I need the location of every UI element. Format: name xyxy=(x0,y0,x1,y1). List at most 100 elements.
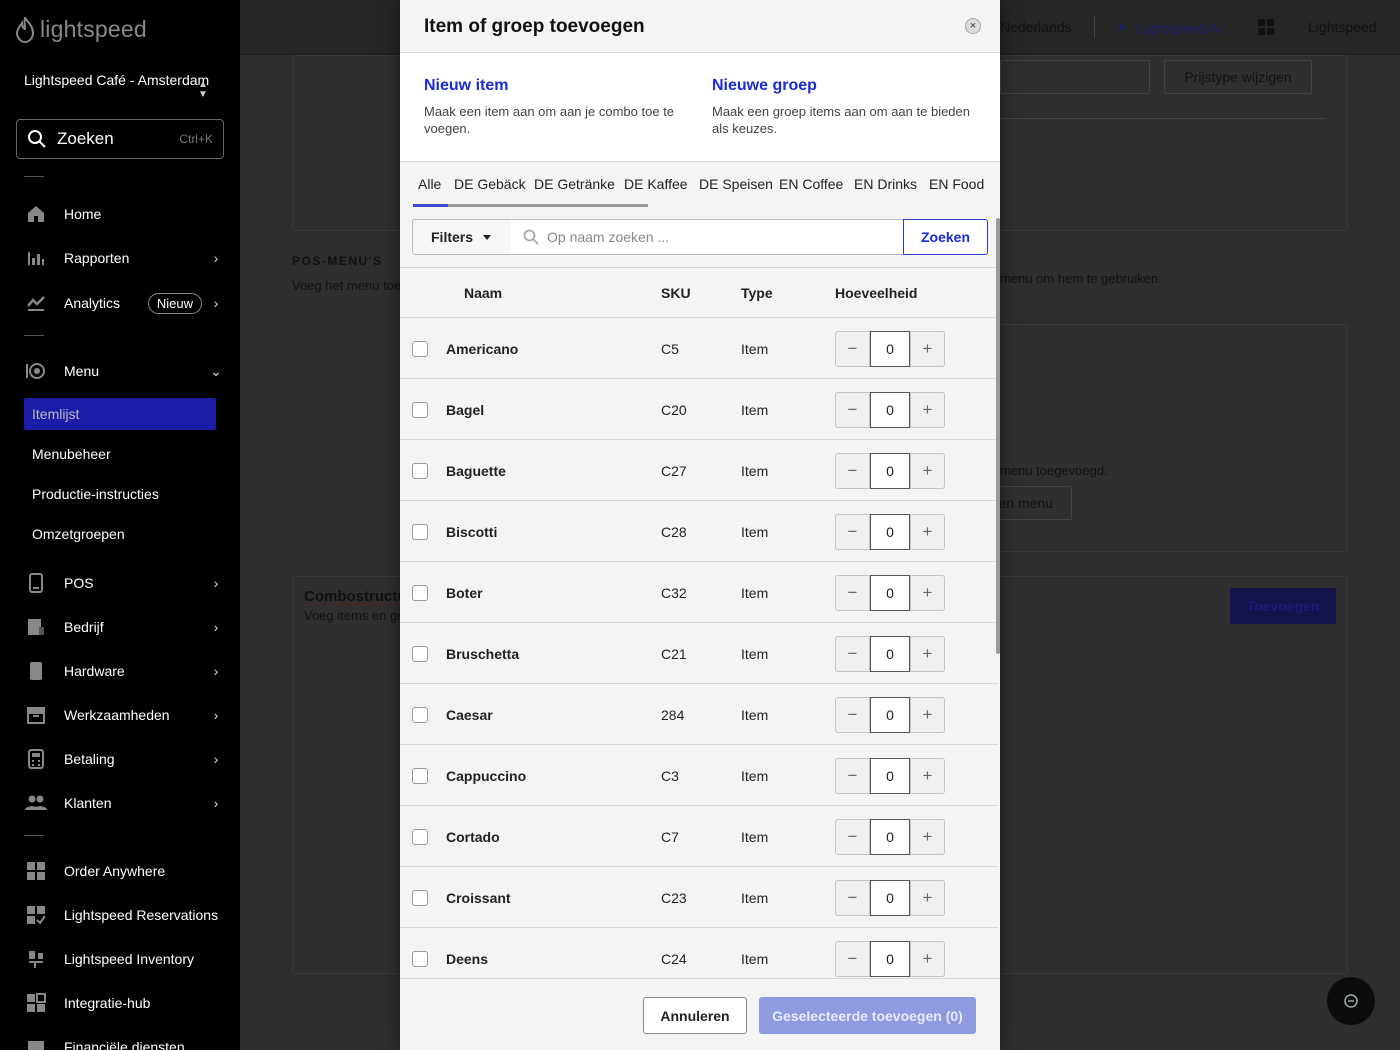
increment-button[interactable]: + xyxy=(910,453,945,489)
language-selector[interactable]: Nederlands xyxy=(1000,19,1072,35)
new-item-link[interactable]: Nieuw item xyxy=(424,77,694,95)
increment-button[interactable]: + xyxy=(910,758,945,794)
row-checkbox[interactable] xyxy=(412,341,428,357)
search-input[interactable] xyxy=(547,229,887,245)
sidebar-subitem-omzetgroepen[interactable]: Omzetgroepen xyxy=(24,518,216,550)
decrement-button[interactable]: − xyxy=(835,941,870,977)
row-checkbox[interactable] xyxy=(412,585,428,601)
add-selected-button[interactable]: Geselecteerde toevoegen (0) xyxy=(759,997,976,1034)
new-item-option[interactable]: Nieuw item Maak een item aan om aan je c… xyxy=(424,77,694,137)
tab-en-food[interactable]: EN Food xyxy=(929,176,984,192)
decrement-button[interactable]: − xyxy=(835,453,870,489)
decrement-button[interactable]: − xyxy=(835,758,870,794)
row-checkbox[interactable] xyxy=(412,829,428,845)
decrement-button[interactable]: − xyxy=(835,392,870,428)
increment-button[interactable]: + xyxy=(910,575,945,611)
row-checkbox[interactable] xyxy=(412,524,428,540)
quantity-value[interactable]: 0 xyxy=(870,392,910,428)
sidebar-subitem-menubeheer[interactable]: Menubeheer xyxy=(24,438,216,470)
chevron-right-icon: › xyxy=(213,575,219,591)
increment-button[interactable]: + xyxy=(910,331,945,367)
row-checkbox[interactable] xyxy=(412,768,428,784)
row-checkbox[interactable] xyxy=(412,707,428,723)
item-sku: 284 xyxy=(661,707,685,723)
row-checkbox[interactable] xyxy=(412,951,428,967)
sidebar-item-integratie-hub[interactable]: Integratie-hub xyxy=(24,990,224,1016)
item-name: Americano xyxy=(446,341,519,357)
quantity-value[interactable]: 0 xyxy=(870,453,910,489)
quantity-value[interactable]: 0 xyxy=(870,880,910,916)
tab-de-kaffee[interactable]: DE Kaffee xyxy=(624,176,688,192)
increment-button[interactable]: + xyxy=(910,880,945,916)
increment-button[interactable]: + xyxy=(910,514,945,550)
sidebar-item-rapporten[interactable]: Rapporten › xyxy=(24,245,224,271)
sidebar-item-reservations[interactable]: Lightspeed Reservations xyxy=(24,902,224,928)
decrement-button[interactable]: − xyxy=(835,636,870,672)
decrement-button[interactable]: − xyxy=(835,514,870,550)
sidebar-item-analytics[interactable]: Analytics Nieuw › xyxy=(24,290,224,316)
sidebar-item-werkzaamheden[interactable]: Werkzaamheden › xyxy=(24,702,224,728)
table-row: Biscotti C28 Item −0 + xyxy=(400,501,998,562)
tab-alle[interactable]: Alle xyxy=(418,176,441,192)
new-group-link[interactable]: Nieuwe groep xyxy=(712,77,982,95)
quantity-value[interactable]: 0 xyxy=(870,331,910,367)
brand-logo[interactable]: lightspeed xyxy=(16,16,147,43)
increment-button[interactable]: + xyxy=(910,697,945,733)
row-checkbox[interactable] xyxy=(412,463,428,479)
new-group-option[interactable]: Nieuwe groep Maak een groep items aan om… xyxy=(712,77,982,137)
decrement-button[interactable]: − xyxy=(835,880,870,916)
sidebar-item-home[interactable]: Home xyxy=(24,201,224,227)
increment-button[interactable]: + xyxy=(910,941,945,977)
search-field[interactable] xyxy=(511,219,904,255)
quantity-value[interactable]: 0 xyxy=(870,758,910,794)
increment-button[interactable]: + xyxy=(910,819,945,855)
quantity-value[interactable]: 0 xyxy=(870,697,910,733)
store-switcher[interactable]: Lightspeed Café - Amsterdam xyxy=(24,72,214,88)
sidebar-item-pos[interactable]: POS › xyxy=(24,570,224,596)
sidebar-item-financiele-diensten[interactable]: Financiële diensten xyxy=(24,1034,224,1050)
sidebar-item-inventory[interactable]: Lightspeed Inventory xyxy=(24,946,224,972)
row-checkbox[interactable] xyxy=(412,646,428,662)
quantity-value[interactable]: 0 xyxy=(870,514,910,550)
filters-button[interactable]: Filters xyxy=(412,219,512,255)
sidebar-subitem-itemlijst[interactable]: Itemlijst xyxy=(24,398,216,430)
tab-de-speisen[interactable]: DE Speisen xyxy=(699,176,773,192)
close-icon[interactable]: × xyxy=(965,18,981,34)
user-menu[interactable]: Lightspeed xyxy=(1308,19,1377,35)
quantity-stepper: −0 + xyxy=(835,331,945,367)
sidebar-item-order-anywhere[interactable]: Order Anywhere xyxy=(24,858,224,884)
decrement-button[interactable]: − xyxy=(835,575,870,611)
tab-en-coffee[interactable]: EN Coffee xyxy=(779,176,843,192)
cancel-button[interactable]: Annuleren xyxy=(643,997,747,1034)
chevron-up-down-icon[interactable]: ▲ ▼ xyxy=(198,80,208,100)
quantity-value[interactable]: 0 xyxy=(870,636,910,672)
tab-de-geback[interactable]: DE Gebäck xyxy=(454,176,526,192)
chat-button[interactable] xyxy=(1327,977,1375,1025)
decrement-button[interactable]: − xyxy=(835,331,870,367)
tab-de-getranke[interactable]: DE Getränke xyxy=(534,176,615,192)
sidebar-item-klanten[interactable]: Klanten › xyxy=(24,790,224,816)
lightspeed-ai-button[interactable]: ✦ Lightspeed AI xyxy=(1116,19,1223,36)
decrement-button[interactable]: − xyxy=(835,819,870,855)
quantity-value[interactable]: 0 xyxy=(870,575,910,611)
increment-button[interactable]: + xyxy=(910,392,945,428)
sidebar-item-hardware[interactable]: Hardware › xyxy=(24,658,224,684)
sidebar-item-bedrijf[interactable]: Bedrijf › xyxy=(24,614,224,640)
tabs-scrollbar[interactable] xyxy=(448,204,648,207)
sidebar-subitem-productie-instructies[interactable]: Productie-instructies xyxy=(24,478,216,510)
tab-en-drinks[interactable]: EN Drinks xyxy=(854,176,917,192)
quantity-value[interactable]: 0 xyxy=(870,819,910,855)
search-button[interactable]: Zoeken xyxy=(903,219,988,255)
decrement-button[interactable]: − xyxy=(835,697,870,733)
increment-button[interactable]: + xyxy=(910,636,945,672)
sidebar-search[interactable]: Zoeken Ctrl+K xyxy=(16,119,224,159)
table-scrollbar[interactable] xyxy=(996,218,1000,654)
row-checkbox[interactable] xyxy=(412,890,428,906)
quantity-value[interactable]: 0 xyxy=(870,941,910,977)
sidebar-item-betaling[interactable]: Betaling › xyxy=(24,746,224,772)
apps-grid-icon[interactable] xyxy=(1258,19,1274,35)
row-checkbox[interactable] xyxy=(412,402,428,418)
sidebar-item-menu[interactable]: Menu ⌄ xyxy=(24,358,224,384)
item-type: Item xyxy=(741,890,769,906)
sidebar-item-label: Betaling xyxy=(64,751,115,767)
